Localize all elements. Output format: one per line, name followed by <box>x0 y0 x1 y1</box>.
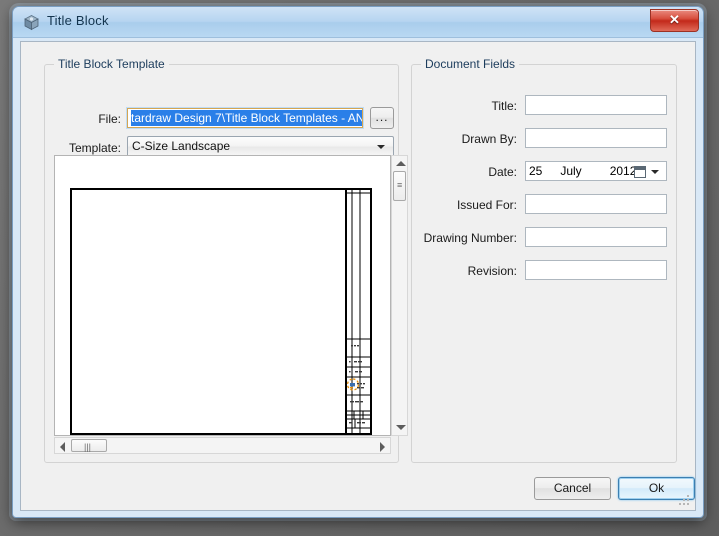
cancel-button[interactable]: Cancel <box>534 477 611 500</box>
scroll-down-icon[interactable] <box>396 425 406 430</box>
chevron-down-icon <box>377 145 385 149</box>
drawn-by-field[interactable] <box>525 128 667 148</box>
date-picker[interactable]: 25 July 2012 <box>525 161 667 181</box>
title-bar[interactable]: Title Block ✕ <box>13 7 703 38</box>
file-input-value: tardraw Design 7\Title Block Templates -… <box>131 110 362 126</box>
group-legend-fields: Document Fields <box>421 57 520 71</box>
title-field-label: Title: <box>491 99 517 113</box>
preview-vertical-scrollbar[interactable]: ≡ <box>391 155 408 436</box>
thumb-grip-icon: ||| <box>84 442 92 452</box>
preview-horizontal-scrollbar[interactable]: ||| <box>54 437 391 454</box>
drawing-number-field-label: Drawing Number: <box>423 231 517 245</box>
title-block-template-group: Title Block Template File: tardraw Desig… <box>44 57 408 463</box>
file-input[interactable]: tardraw Design 7\Title Block Templates -… <box>127 108 363 128</box>
thumb-grip-icon: ≡ <box>397 180 403 190</box>
resize-grip[interactable] <box>679 495 691 507</box>
chevron-down-icon[interactable] <box>651 170 659 174</box>
close-icon: ✕ <box>669 12 680 27</box>
issued-for-field[interactable] <box>525 194 667 214</box>
cube-icon <box>23 14 40 31</box>
file-label: File: <box>98 112 121 126</box>
revision-field[interactable] <box>525 260 667 280</box>
close-button[interactable]: ✕ <box>650 9 699 32</box>
issued-for-field-label: Issued For: <box>456 198 517 212</box>
template-label: Template: <box>68 141 121 155</box>
revision-field-label: Revision: <box>467 264 517 278</box>
group-legend-template: Title Block Template <box>54 57 169 71</box>
date-month[interactable]: July <box>560 164 606 178</box>
calendar-icon[interactable] <box>634 166 646 178</box>
dialog-client-area: Title Block Template File: tardraw Desig… <box>20 41 696 511</box>
scroll-left-icon[interactable] <box>60 442 65 452</box>
scroll-right-icon[interactable] <box>380 442 385 452</box>
date-field-label: Date: <box>488 165 517 179</box>
window-title: Title Block <box>47 13 109 28</box>
horizontal-scroll-thumb[interactable]: ||| <box>71 439 107 452</box>
title-block-preview[interactable] <box>54 155 391 436</box>
dialog-window: Title Block ✕ Title Block Template File:… <box>12 6 704 518</box>
date-day[interactable]: 25 <box>529 164 557 178</box>
scroll-up-icon[interactable] <box>396 161 406 166</box>
title-field[interactable] <box>525 95 667 115</box>
browse-button[interactable]: ... <box>370 107 394 129</box>
template-select-value: C-Size Landscape <box>132 139 231 153</box>
template-select[interactable]: C-Size Landscape <box>127 136 394 157</box>
drawn-by-field-label: Drawn By: <box>461 132 517 146</box>
drawing-number-field[interactable] <box>525 227 667 247</box>
document-fields-group: Document Fields Title: Drawn By: Date: 2… <box>411 57 677 463</box>
vertical-scroll-thumb[interactable]: ≡ <box>393 171 406 201</box>
